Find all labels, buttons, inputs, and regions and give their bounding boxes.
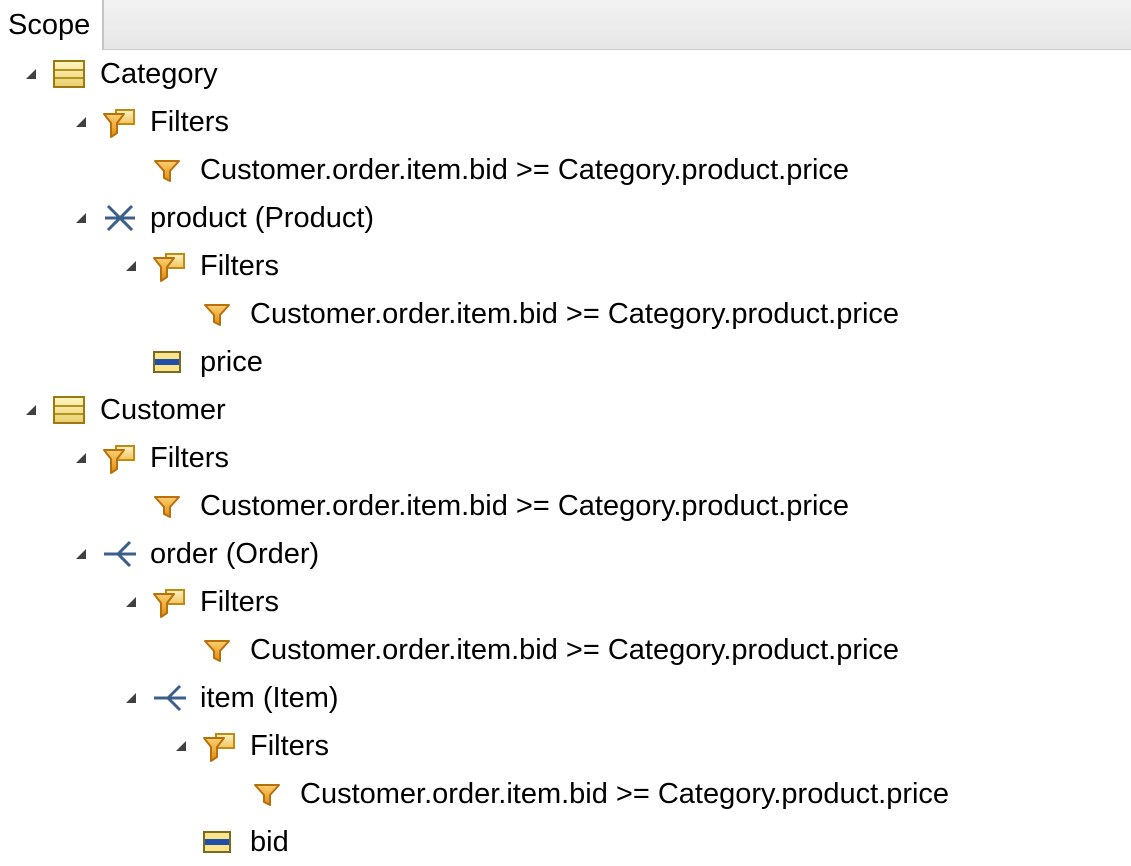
tree-node-label: price [200,346,263,378]
tree-node-label: Filters [150,442,229,474]
tree-node-filter-condition[interactable]: Customer.order.item.bid >= Category.prod… [0,146,1131,194]
column-icon [202,822,242,862]
expand-twisty-icon[interactable] [22,65,40,83]
tree-node-filters[interactable]: Filters [0,98,1131,146]
tree-node-label: Filters [250,730,329,762]
many-to-many-relation-icon [102,198,142,238]
tree-node-label: Customer [100,394,226,426]
filters-folder-icon [152,246,192,286]
tree-node-filter-condition[interactable]: Customer.order.item.bid >= Category.prod… [0,770,1131,818]
expand-twisty-icon[interactable] [72,209,90,227]
tree-node-label: item (Item) [200,682,339,714]
tree-node-filters[interactable]: Filters [0,242,1131,290]
expand-twisty-icon[interactable] [122,689,140,707]
expand-twisty-icon[interactable] [122,593,140,611]
one-to-many-relation-icon [102,534,142,574]
tree-node-filter-condition[interactable]: Customer.order.item.bid >= Category.prod… [0,626,1131,674]
tree-node-label: Category [100,58,218,90]
expand-twisty-icon[interactable] [72,449,90,467]
tree-node-filters[interactable]: Filters [0,578,1131,626]
tree-node-item-relation[interactable]: item (Item) [0,674,1131,722]
filter-funnel-icon [152,150,192,190]
filter-funnel-icon [202,294,242,334]
tree-node-label: Customer.order.item.bid >= Category.prod… [200,490,850,522]
table-icon [52,390,92,430]
expand-twisty-icon[interactable] [122,257,140,275]
tree-node-customer[interactable]: Customer [0,386,1131,434]
expand-twisty-icon[interactable] [22,401,40,419]
filters-folder-icon [152,582,192,622]
tree-node-label: order (Order) [150,538,320,570]
tree-node-filter-condition[interactable]: Customer.order.item.bid >= Category.prod… [0,482,1131,530]
filter-funnel-icon [152,486,192,526]
one-to-many-relation-icon [152,678,192,718]
scope-column-header[interactable]: Scope [0,0,1131,50]
header-empty-area [104,0,1131,50]
filter-funnel-icon [252,774,292,814]
tree-node-order-relation[interactable]: order (Order) [0,530,1131,578]
table-icon [52,54,92,94]
tree-node-price-column[interactable]: price [0,338,1131,386]
tree-node-label: Customer.order.item.bid >= Category.prod… [250,298,900,330]
tree-node-product-relation[interactable]: product (Product) [0,194,1131,242]
expand-twisty-icon[interactable] [172,737,190,755]
tree-node-category[interactable]: Category [0,50,1131,98]
tree-node-label: Customer.order.item.bid >= Category.prod… [300,778,950,810]
filter-funnel-icon [202,630,242,670]
tree-node-filters[interactable]: Filters [0,722,1131,770]
tree-node-filters[interactable]: Filters [0,434,1131,482]
tree-node-label: Customer.order.item.bid >= Category.prod… [250,634,900,666]
tree-node-label: Filters [200,586,279,618]
filters-folder-icon [102,438,142,478]
expand-twisty-icon[interactable] [72,113,90,131]
filters-folder-icon [202,726,242,766]
tree-node-label: product (Product) [150,202,375,234]
scope-tree: Category Filters Customer.order.item.bid… [0,50,1131,866]
column-icon [152,342,192,382]
scope-header-label: Scope [8,9,91,41]
filters-folder-icon [102,102,142,142]
tree-node-label: Filters [150,106,229,138]
tree-node-label: Customer.order.item.bid >= Category.prod… [200,154,850,186]
tree-node-filter-condition[interactable]: Customer.order.item.bid >= Category.prod… [0,290,1131,338]
expand-twisty-icon[interactable] [72,545,90,563]
tree-node-label: Filters [200,250,279,282]
